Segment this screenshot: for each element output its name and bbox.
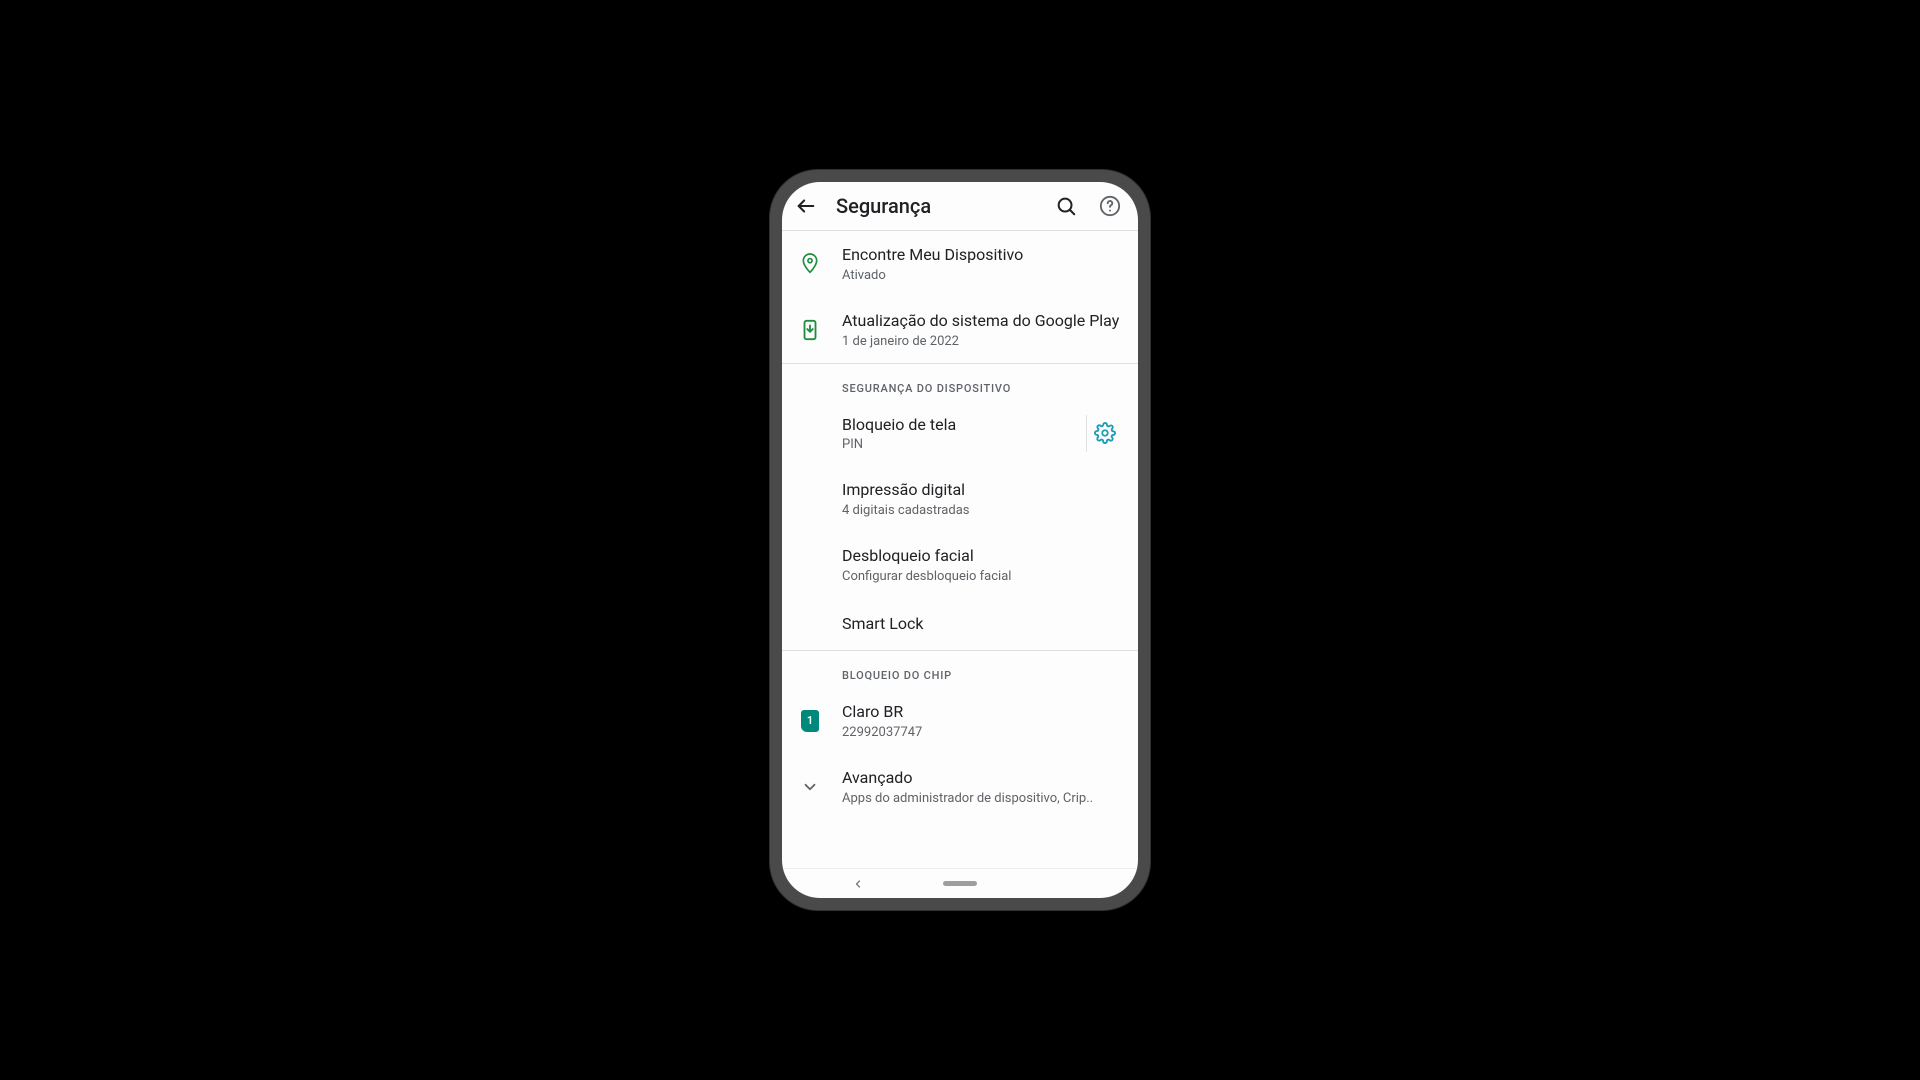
row-title: Claro BR xyxy=(842,702,1122,723)
row-title: Avançado xyxy=(842,768,1122,789)
row-title: Bloqueio de tela xyxy=(842,415,1058,436)
page-title: Segurança xyxy=(836,194,1036,218)
row-sim-1[interactable]: 1 Claro BR 22992037747 xyxy=(782,688,1138,754)
back-arrow-icon[interactable] xyxy=(792,192,820,220)
system-update-icon xyxy=(798,318,822,342)
section-header-sim-lock: Bloqueio do chip xyxy=(782,651,1138,688)
appbar: Segurança xyxy=(782,182,1138,231)
row-subtitle: Ativado xyxy=(842,268,1122,283)
row-subtitle: Configurar desbloqueio facial xyxy=(842,569,1122,584)
row-fingerprint[interactable]: Impressão digital 4 digitais cadastradas xyxy=(782,466,1138,532)
phone-frame: Segurança Encontre Meu Dispositivo Ativa… xyxy=(770,170,1150,910)
chevron-down-icon xyxy=(798,775,822,799)
row-title: Impressão digital xyxy=(842,480,1122,501)
nav-back-icon[interactable] xyxy=(852,878,864,890)
row-title: Desbloqueio facial xyxy=(842,546,1122,567)
row-subtitle: 1 de janeiro de 2022 xyxy=(842,334,1122,349)
search-icon[interactable] xyxy=(1052,192,1080,220)
row-title: Atualização do sistema do Google Play xyxy=(842,311,1122,332)
home-pill[interactable] xyxy=(943,881,977,886)
row-find-my-device[interactable]: Encontre Meu Dispositivo Ativado xyxy=(782,231,1138,297)
sim-icon: 1 xyxy=(798,709,822,733)
screen-lock-settings-button[interactable] xyxy=(1086,415,1122,453)
row-smart-lock[interactable]: Smart Lock xyxy=(782,598,1138,650)
section-header-device-security: Segurança do dispositivo xyxy=(782,364,1138,401)
phone-screen: Segurança Encontre Meu Dispositivo Ativa… xyxy=(782,182,1138,898)
sim-badge-number: 1 xyxy=(801,710,819,732)
row-advanced[interactable]: Avançado Apps do administrador de dispos… xyxy=(782,754,1138,820)
help-icon[interactable] xyxy=(1096,192,1124,220)
location-pin-icon xyxy=(798,252,822,276)
system-navbar xyxy=(782,868,1138,898)
row-play-system-update[interactable]: Atualização do sistema do Google Play 1 … xyxy=(782,297,1138,363)
row-screen-lock[interactable]: Bloqueio de tela PIN xyxy=(782,401,1138,467)
row-subtitle: 22992037747 xyxy=(842,725,1122,740)
row-title: Smart Lock xyxy=(842,614,1122,635)
row-subtitle: PIN xyxy=(842,437,1058,452)
row-subtitle: Apps do administrador de dispositivo, Cr… xyxy=(842,791,1122,806)
row-title: Encontre Meu Dispositivo xyxy=(842,245,1122,266)
gear-icon xyxy=(1094,422,1116,444)
settings-list[interactable]: Encontre Meu Dispositivo Ativado Atualiz… xyxy=(782,231,1138,868)
row-subtitle: 4 digitais cadastradas xyxy=(842,503,1122,518)
row-face-unlock[interactable]: Desbloqueio facial Configurar desbloquei… xyxy=(782,532,1138,598)
